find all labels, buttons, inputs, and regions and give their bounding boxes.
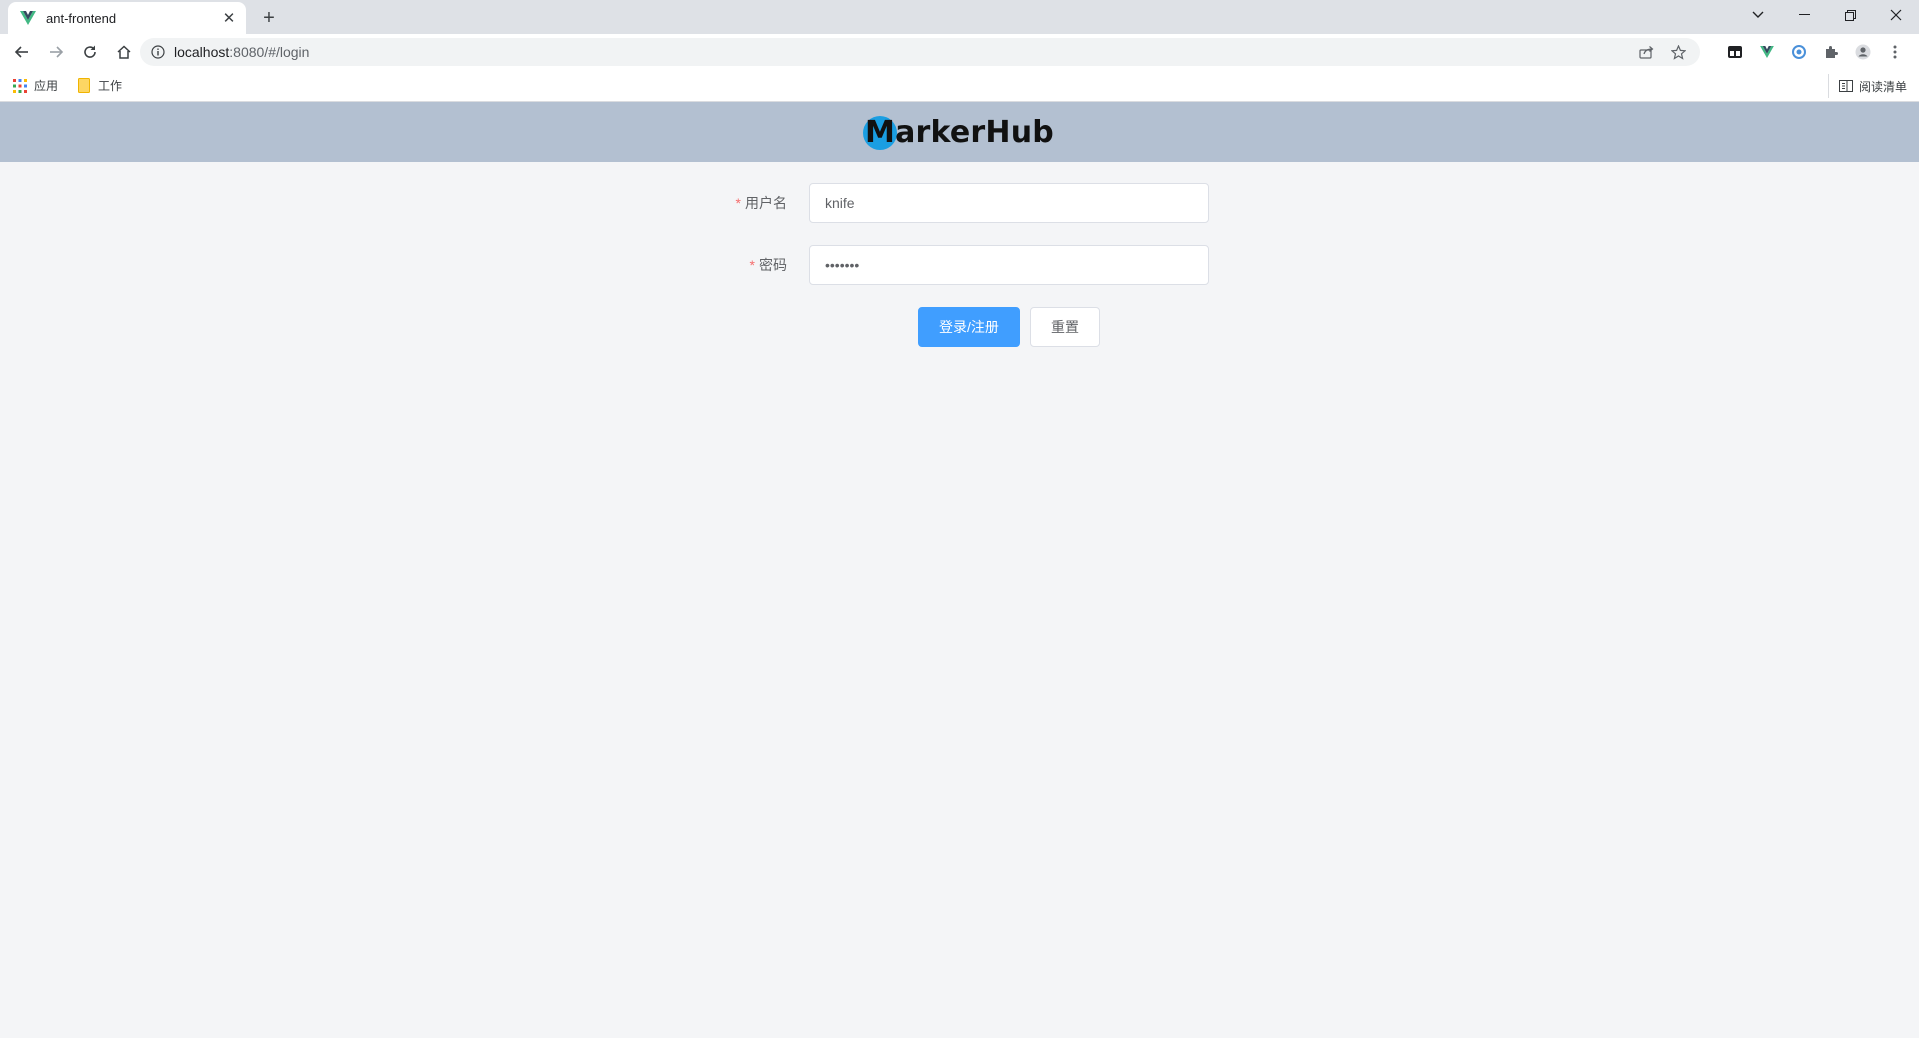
logo-text: MarkerHub — [865, 114, 1054, 150]
vue-devtools-icon[interactable] — [1751, 36, 1783, 68]
extensions-puzzle-icon[interactable] — [1815, 36, 1847, 68]
page-content: MarkerHub *用户名 *密码 登录/注册 重置 — [0, 102, 1919, 1038]
reset-button[interactable]: 重置 — [1030, 307, 1100, 347]
reading-list-button[interactable]: 阅读清单 — [1827, 74, 1907, 98]
extension-circle-icon[interactable] — [1783, 36, 1815, 68]
address-bar[interactable]: localhost:8080/#/login — [140, 38, 1700, 66]
bookmark-star-icon[interactable] — [1662, 38, 1694, 66]
bookmark-work-folder[interactable]: 工作 — [76, 74, 128, 98]
extension-board-icon[interactable] — [1719, 36, 1751, 68]
tab-search-icon[interactable] — [1735, 0, 1781, 30]
bookmark-label: 工作 — [98, 79, 123, 93]
close-window-icon[interactable] — [1873, 0, 1919, 30]
password-label-text: 密码 — [759, 257, 787, 273]
bookmark-label: 应用 — [34, 79, 59, 93]
url-text: localhost:8080/#/login — [174, 44, 309, 60]
browser-toolbar: localhost:8080/#/login — [0, 34, 1919, 70]
restore-icon[interactable] — [1827, 0, 1873, 30]
browser-tab[interactable]: ant-frontend ✕ — [8, 2, 246, 34]
forward-icon[interactable] — [40, 36, 72, 68]
required-mark: * — [749, 257, 755, 273]
profile-avatar-icon[interactable] — [1847, 36, 1879, 68]
minimize-icon[interactable] — [1781, 0, 1827, 30]
username-input[interactable] — [809, 183, 1209, 223]
window-controls — [1735, 0, 1919, 30]
extensions-area — [1719, 34, 1911, 70]
reload-icon[interactable] — [74, 36, 106, 68]
back-icon[interactable] — [6, 36, 38, 68]
password-label: * 密码 — [679, 245, 799, 285]
bookmarks-bar: 应用 工作 阅读清单 — [0, 70, 1919, 102]
home-icon[interactable] — [108, 36, 140, 68]
bookmark-apps[interactable]: 应用 — [12, 74, 64, 98]
reading-list-icon — [1838, 80, 1853, 92]
vue-logo-icon — [20, 10, 36, 26]
tab-title: ant-frontend — [46, 10, 117, 26]
url-host: localhost — [174, 44, 230, 60]
browser-menu-icon[interactable] — [1879, 36, 1911, 68]
tab-close-icon[interactable]: ✕ — [220, 9, 238, 27]
apps-grid-icon — [12, 78, 28, 94]
new-tab-icon[interactable]: + — [258, 7, 280, 29]
password-row: * 密码 — [0, 245, 1919, 285]
site-header: MarkerHub — [0, 102, 1919, 162]
site-info-icon[interactable] — [150, 44, 166, 60]
username-label-text: 用户名 — [745, 195, 787, 211]
username-label: * 用户名 — [679, 183, 799, 223]
login-register-button[interactable]: 登录/注册 — [918, 307, 1020, 347]
folder-icon — [76, 78, 92, 94]
username-row: * 用户名 — [0, 183, 1919, 223]
tab-strip: ant-frontend ✕ + — [0, 0, 1919, 34]
address-bar-actions — [1630, 38, 1694, 66]
markerhub-logo: MarkerHub — [863, 112, 1054, 152]
reading-list-label: 阅读清单 — [1858, 79, 1907, 94]
share-icon[interactable] — [1630, 38, 1662, 66]
actions-row: 登录/注册 重置 — [0, 307, 1919, 347]
url-path: :8080/#/login — [229, 44, 310, 60]
required-mark: * — [735, 195, 741, 211]
password-input[interactable] — [809, 245, 1209, 285]
